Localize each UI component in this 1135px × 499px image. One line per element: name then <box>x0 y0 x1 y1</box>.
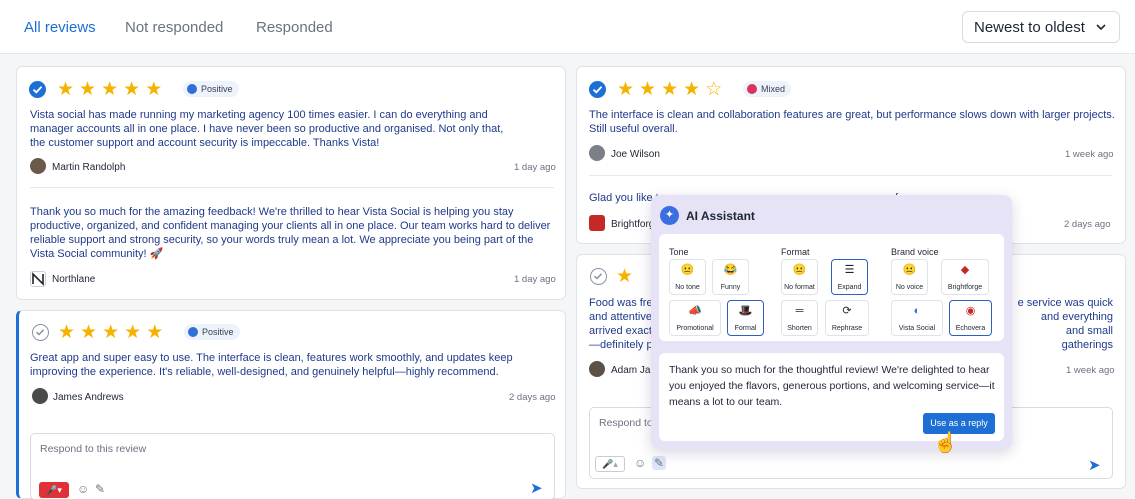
tab-all-reviews[interactable]: All reviews <box>24 19 96 36</box>
emoji-icon[interactable]: ☺ <box>634 456 646 470</box>
brand-logo <box>30 271 46 287</box>
sparkle-icon: ✦ <box>660 206 679 225</box>
star-icon: ★ <box>639 79 657 100</box>
rating-stars: ★ <box>616 267 633 286</box>
rating-stars: ★ ★ ★ ★ ★ <box>58 323 163 342</box>
tone-heading: Tone <box>669 247 689 257</box>
option-no-voice[interactable]: 😐 No voice <box>891 259 928 295</box>
review-card: ★ ★ ★ ★ ★ Positive Vista social has made run… <box>16 66 566 300</box>
ai-options: Tone Format Brand voice 😐 No tone 😂 Funny … <box>659 234 1004 341</box>
reply-placeholder: Respond to <box>599 417 653 429</box>
check-icon[interactable] <box>589 81 606 98</box>
author-name: Joe Wilson <box>611 149 660 160</box>
ai-assistant-title: AI Assistant <box>686 209 755 223</box>
reply-text: Glad you like t <box>589 192 659 204</box>
author-name: James Andrews <box>53 392 124 403</box>
brand-voice-heading: Brand voice <box>891 247 939 257</box>
mic-button[interactable]: 🎤▴ <box>595 456 625 472</box>
star-empty-icon: ☆ <box>705 79 723 100</box>
reply-author: Northlane <box>52 274 96 285</box>
option-funny[interactable]: 😂 Funny <box>712 259 749 295</box>
generated-reply-text: Thank you so much for the thoughtful rev… <box>669 364 995 408</box>
reply-text: Thank you so much for the amazing feedba… <box>30 206 551 260</box>
star-icon: ★ <box>80 322 98 343</box>
rating-stars: ★ ★ ★ ★ ☆ <box>617 80 722 99</box>
star-icon: ★ <box>146 322 164 343</box>
review-card: ★ ★ ★ ★ ★ Positive Great app and super easy … <box>16 310 566 499</box>
reply-input[interactable]: Respond to this review 🎤▾ ☺ ✎ ➤ <box>30 433 555 499</box>
sort-label: Newest to oldest <box>974 19 1085 36</box>
star-icon: ★ <box>102 322 120 343</box>
sort-dropdown[interactable]: Newest to oldest <box>962 11 1120 43</box>
avatar <box>30 158 46 174</box>
review-text: e service was quick and everything and s… <box>1017 297 1113 351</box>
option-expand[interactable]: ☰ Expand <box>831 259 868 295</box>
check-icon[interactable] <box>32 324 49 341</box>
emoji-icon[interactable]: ☺ <box>77 482 89 496</box>
avatar <box>589 145 605 161</box>
star-icon: ★ <box>616 266 634 287</box>
format-heading: Format <box>781 247 810 257</box>
divider <box>30 187 554 188</box>
star-icon: ★ <box>58 322 76 343</box>
star-icon: ★ <box>101 79 119 100</box>
review-time: 2 days ago <box>509 392 556 403</box>
option-no-tone[interactable]: 😐 No tone <box>669 259 706 295</box>
rating-stars: ★ ★ ★ ★ ★ <box>57 80 162 99</box>
sentiment-badge: Positive <box>183 81 239 97</box>
review-time: 1 day ago <box>514 162 556 173</box>
star-icon: ★ <box>124 322 142 343</box>
sentiment-badge: Positive <box>184 324 240 340</box>
reply-placeholder: Respond to this review <box>40 443 147 455</box>
divider <box>589 175 1112 176</box>
check-icon[interactable] <box>29 81 46 98</box>
option-promotional[interactable]: 📣 Promotional <box>669 300 721 336</box>
avatar <box>32 388 48 404</box>
review-text: The interface is clean and collaboration… <box>589 109 1115 135</box>
review-text: Food was fres and attentive arrived exac… <box>589 297 659 351</box>
top-bar: All reviews Not responded Responded Newe… <box>0 0 1135 54</box>
option-formal[interactable]: 🎩 Formal <box>727 300 764 336</box>
star-icon: ★ <box>145 79 163 100</box>
avatar <box>589 361 605 377</box>
hand-cursor-icon: ☝ <box>933 432 958 454</box>
review-text: Vista social has made running my marketi… <box>30 109 504 149</box>
star-icon: ★ <box>661 79 679 100</box>
sentiment-badge: Mixed <box>743 81 792 97</box>
star-icon: ★ <box>79 79 97 100</box>
brand-logo <box>589 215 605 231</box>
star-icon: ★ <box>57 79 75 100</box>
author-name: Martin Randolph <box>52 162 126 173</box>
star-icon: ★ <box>123 79 141 100</box>
magic-wand-icon[interactable]: ✎ <box>95 482 105 496</box>
option-brightforge[interactable]: ◆ Brightforge <box>941 259 989 295</box>
option-rephrase[interactable]: ⟳ Rephrase <box>825 300 869 336</box>
ai-assistant-panel: ✦ AI Assistant Tone Format Brand voice 😐… <box>651 195 1012 449</box>
chevron-down-icon <box>1096 24 1106 31</box>
reply-time: 2 days ago <box>1064 219 1111 230</box>
magic-wand-icon[interactable]: ✎ <box>652 456 667 470</box>
send-icon[interactable]: ➤ <box>530 479 543 497</box>
review-text: Great app and super easy to use. The int… <box>30 352 513 378</box>
option-echovera[interactable]: ◉ Echovera <box>949 300 992 336</box>
tab-not-responded[interactable]: Not responded <box>125 19 223 36</box>
send-icon[interactable]: ➤ <box>1088 456 1101 474</box>
mic-button[interactable]: 🎤▾ <box>39 482 69 498</box>
option-no-format[interactable]: 😐 No format <box>781 259 818 295</box>
tab-responded[interactable]: Responded <box>256 19 333 36</box>
check-icon[interactable] <box>590 268 607 285</box>
option-shorten[interactable]: ═ Shorten <box>781 300 818 336</box>
review-time: 1 week ago <box>1066 365 1115 376</box>
star-icon: ★ <box>617 79 635 100</box>
option-vista-social[interactable]: ◐ Vista Social <box>891 300 943 336</box>
reply-author: Brightforg <box>611 219 655 230</box>
review-time: 1 week ago <box>1065 149 1114 160</box>
reply-time: 1 day ago <box>514 274 556 285</box>
star-icon: ★ <box>683 79 701 100</box>
